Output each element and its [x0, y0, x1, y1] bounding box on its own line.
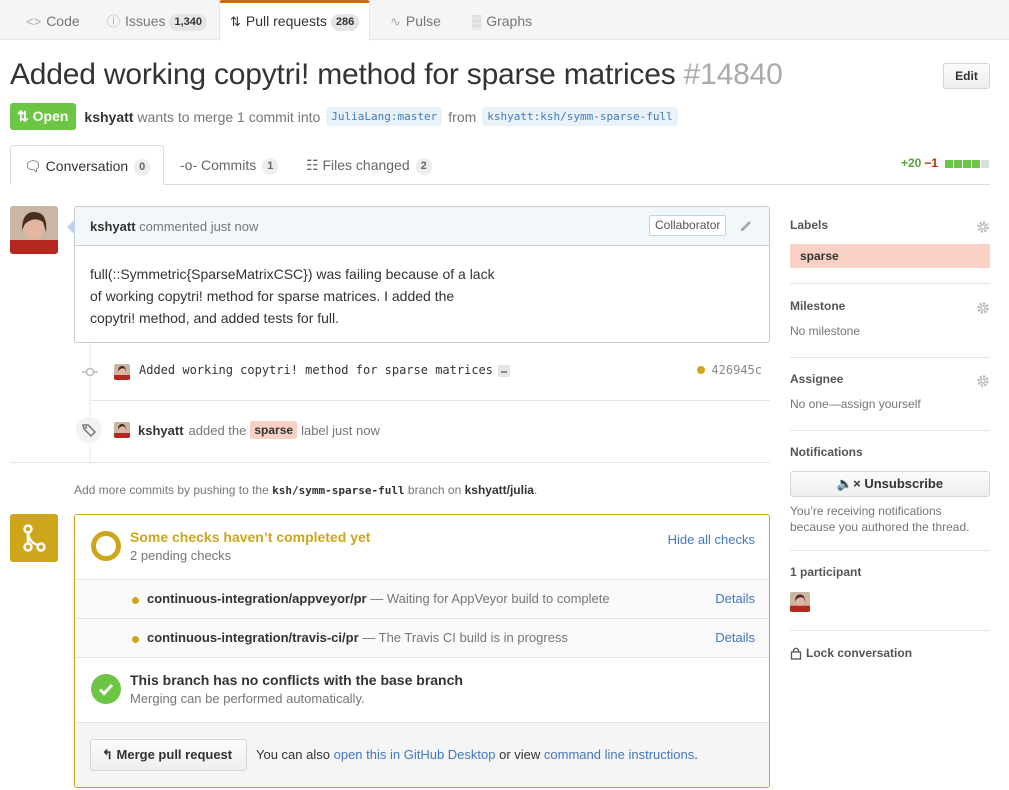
- comment: kshyatt commented just now Collaborator …: [67, 206, 770, 343]
- label-sparse[interactable]: sparse: [790, 244, 990, 268]
- tab-pull-requests[interactable]: ⇅ Pull requests 286: [219, 0, 371, 41]
- pending-ring-icon: [91, 531, 121, 561]
- commit-sha[interactable]: 426945c: [697, 363, 762, 377]
- pending-status-dot: [132, 636, 139, 643]
- pending-status-dot: [697, 366, 706, 374]
- comment-header: kshyatt commented just now Collaborator: [75, 207, 769, 246]
- lock-conversation[interactable]: Lock conversation: [790, 646, 912, 660]
- pr-meta: ⇅ Open kshyatt wants to merge 1 commit i…: [10, 103, 684, 130]
- avatar[interactable]: [114, 422, 130, 438]
- sidebar-milestone: Milestone No milestone: [790, 299, 990, 358]
- merge-clean-status: This branch has no conflicts with the ba…: [75, 658, 769, 723]
- diffstat-block: [963, 160, 972, 168]
- command-line-link[interactable]: command line instructions: [544, 747, 694, 762]
- tab-files-changed[interactable]: ☷ Files changed 2: [293, 145, 445, 185]
- tab-code[interactable]: <> Code: [16, 0, 90, 40]
- check-name: continuous-integration/travis-ci/pr: [147, 630, 359, 645]
- commit-message[interactable]: Added working copytri! method for sparse…: [139, 363, 511, 377]
- diffstat-block: [945, 160, 954, 168]
- checks-subtitle: 2 pending checks: [130, 548, 232, 563]
- label-event: kshyatt added the sparse label just now: [114, 420, 380, 440]
- divider: [90, 400, 770, 401]
- pending-status-dot: [132, 597, 139, 604]
- head-ref[interactable]: kshyatt:ksh/symm-sparse-full: [482, 107, 678, 126]
- repo-link[interactable]: kshyatt/julia: [465, 483, 534, 497]
- merge-pull-request-button[interactable]: ↰ Merge pull request: [90, 739, 247, 771]
- sidebar-labels: Labels sparse: [790, 218, 990, 284]
- label-sparse[interactable]: sparse: [250, 421, 298, 439]
- expand-ellipsis-button[interactable]: …: [498, 365, 511, 377]
- tag-icon: [74, 415, 104, 445]
- pencil-icon[interactable]: [739, 218, 753, 234]
- details-link[interactable]: Details: [715, 591, 755, 606]
- git-merge-icon: [10, 514, 58, 562]
- comment-body: full(::Symmetric{SparseMatrixCSC}) was f…: [90, 266, 495, 326]
- check-row: continuous-integration/appveyor/pr — Wai…: [75, 580, 769, 619]
- tab-issues[interactable]: ⓘ Issues 1,340: [97, 0, 217, 40]
- sidebar-assignee: Assignee No one—assign yourself: [790, 372, 990, 431]
- checks-title: Some checks haven’t completed yet: [130, 529, 371, 545]
- commit-icon: [82, 367, 98, 377]
- merge-actions: ↰ Merge pull request You can also open t…: [75, 723, 769, 787]
- comment-discussion-icon: 🗨: [24, 158, 46, 174]
- pull-request-icon: ⇅: [230, 14, 241, 29]
- issue-icon: ⓘ: [107, 14, 121, 29]
- diffstat[interactable]: +20 −1: [901, 156, 990, 170]
- pr-number: #14840: [683, 58, 783, 91]
- comment-author[interactable]: kshyatt: [90, 219, 136, 234]
- base-ref[interactable]: JuliaLang:master: [326, 107, 443, 126]
- pulls-count: 286: [330, 14, 360, 31]
- avatar[interactable]: [114, 364, 130, 380]
- assign-yourself-link[interactable]: No one—assign yourself: [790, 397, 990, 411]
- merge-alternatives: You can also open this in GitHub Desktop…: [256, 747, 698, 762]
- checks-status: Some checks haven’t completed yet 2 pend…: [75, 515, 769, 580]
- push-hint: Add more commits by pushing to the ksh/s…: [74, 483, 538, 497]
- merge-box: Some checks haven’t completed yet 2 pend…: [74, 514, 770, 788]
- pull-request-icon: ⇅: [17, 108, 33, 124]
- issues-count: 1,340: [169, 14, 208, 31]
- commit-event: Added working copytri! method for sparse…: [74, 362, 770, 382]
- lock-icon: [790, 647, 802, 660]
- graph-icon: ▒: [472, 14, 482, 29]
- mute-icon: 🔈×: [836, 476, 861, 491]
- diffstat-block: [972, 160, 981, 168]
- repo-nav: <> Code ⓘ Issues 1,340 ⇅ Pull requests 286 ∿ P…: [0, 0, 1009, 41]
- check-icon: [91, 674, 121, 704]
- edit-button[interactable]: Edit: [943, 63, 990, 89]
- tab-graphs[interactable]: ▒ Graphs: [462, 0, 542, 40]
- avatar[interactable]: [790, 592, 810, 612]
- pr-title: Added working copytri! method for sparse…: [10, 58, 783, 91]
- open-desktop-link[interactable]: open this in GitHub Desktop: [334, 747, 496, 762]
- pr-tabnav: 🗨 Conversation 0 -o- Commits 1 ☷ Files cha…: [10, 145, 990, 185]
- hide-checks-link[interactable]: Hide all checks: [668, 532, 755, 547]
- unsubscribe-button[interactable]: 🔈× Unsubscribe: [790, 471, 990, 497]
- gear-icon[interactable]: [976, 374, 990, 388]
- divider: [10, 462, 770, 463]
- diffstat-block: [954, 160, 963, 168]
- check-name: continuous-integration/appveyor/pr: [147, 591, 367, 606]
- gear-icon[interactable]: [976, 220, 990, 234]
- state-badge: ⇅ Open: [10, 103, 77, 130]
- tab-pulse[interactable]: ∿ Pulse: [380, 0, 451, 40]
- tab-commits[interactable]: -o- Commits 1: [167, 145, 291, 185]
- file-diff-icon: ☷: [306, 157, 323, 173]
- git-merge-icon: ↰: [102, 747, 113, 762]
- pulse-icon: ∿: [390, 14, 401, 29]
- sidebar-notifications: Notifications 🔈× Unsubscribe You’re rece…: [790, 445, 990, 551]
- gear-icon[interactable]: [976, 301, 990, 315]
- code-icon: <>: [26, 14, 42, 29]
- avatar[interactable]: [10, 206, 58, 254]
- branch-name: ksh/symm-sparse-full: [272, 484, 405, 497]
- details-link[interactable]: Details: [715, 630, 755, 645]
- collaborator-badge: Collaborator: [649, 215, 727, 236]
- label-event-author[interactable]: kshyatt: [138, 423, 184, 438]
- diffstat-block: [981, 160, 990, 168]
- check-row: continuous-integration/travis-ci/pr — Th…: [75, 619, 769, 658]
- sidebar-participants: 1 participant: [790, 565, 990, 631]
- tab-conversation[interactable]: 🗨 Conversation 0: [10, 145, 165, 185]
- pr-author[interactable]: kshyatt: [84, 109, 133, 125]
- commit-icon: -o-: [180, 157, 201, 173]
